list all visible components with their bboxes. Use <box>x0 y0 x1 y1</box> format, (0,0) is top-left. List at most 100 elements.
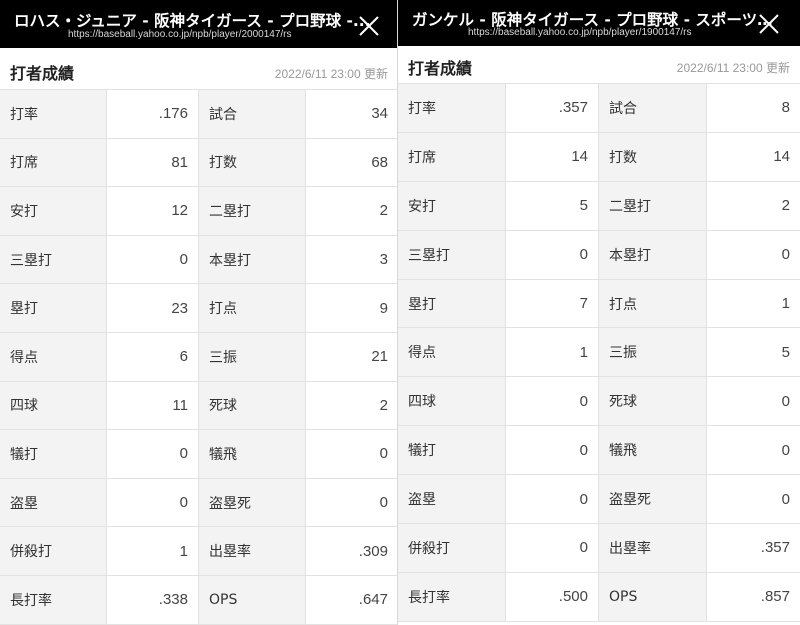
stat-label: 三塁打 <box>398 230 506 279</box>
table-row: 打席 14 打数 14 <box>398 132 800 182</box>
table-row: 得点 1 三振 5 <box>398 328 800 378</box>
stat-value: 2 <box>306 381 398 430</box>
stat-value: .500 <box>506 572 599 621</box>
stat-label: 打率 <box>398 84 506 132</box>
stat-label: 犠打 <box>398 426 506 475</box>
stat-value: 0 <box>506 475 599 524</box>
stat-value: 21 <box>306 332 398 381</box>
stat-value: 3 <box>306 235 398 284</box>
stat-value: .309 <box>306 527 398 575</box>
table-row: 三塁打 0 本塁打 0 <box>398 230 800 280</box>
stat-label: 盗塁死 <box>599 475 707 524</box>
stat-value: 12 <box>107 187 199 235</box>
stat-value: 14 <box>506 132 599 181</box>
stat-label: 出塁率 <box>599 524 707 572</box>
stat-value: 1 <box>107 527 199 575</box>
updated-timestamp: 2022/6/11 23:00 更新 <box>676 61 790 75</box>
stat-label: 二塁打 <box>599 181 707 230</box>
page-url[interactable]: https://baseball.yahoo.co.jp/npb/player/… <box>68 29 292 40</box>
stat-value: 0 <box>707 377 800 426</box>
stat-value: 9 <box>306 284 398 332</box>
table-row: 長打率 .500 OPS .857 <box>398 572 800 622</box>
stat-label: 死球 <box>199 381 306 430</box>
table-row: 犠打 0 犠飛 0 <box>0 430 398 479</box>
stat-label: 出塁率 <box>199 527 306 575</box>
browser-title-bar: ガンケル - 阪神タイガース - プロ野球 - スポーツ… https://ba… <box>398 0 800 46</box>
stat-label: 三塁打 <box>0 235 107 284</box>
stat-label: 安打 <box>398 181 506 230</box>
stat-label: 得点 <box>0 332 107 381</box>
table-row: 盗塁 0 盗塁死 0 <box>398 475 800 525</box>
page-url[interactable]: https://baseball.yahoo.co.jp/npb/player/… <box>468 27 692 38</box>
right-browser-panel: ガンケル - 阪神タイガース - プロ野球 - スポーツ… https://ba… <box>398 0 800 625</box>
stat-value: 0 <box>306 478 398 527</box>
section-header: 打者成績 2022/6/11 23:00 更新 <box>0 48 398 90</box>
stat-label: 犠飛 <box>199 430 306 478</box>
stat-label: OPS <box>199 575 306 624</box>
table-row: 打率 .176 試合 34 <box>0 90 398 139</box>
stat-label: 三振 <box>199 332 306 381</box>
stat-label: 安打 <box>0 187 107 235</box>
table-row: 併殺打 0 出塁率 .357 <box>398 524 800 573</box>
table-row: 安打 12 二塁打 2 <box>0 187 398 236</box>
stat-label: 打点 <box>599 279 707 328</box>
stat-value: 34 <box>306 90 398 138</box>
stat-value: .176 <box>107 90 199 138</box>
section-title: 打者成績 <box>408 59 473 78</box>
stat-value: 0 <box>107 478 199 527</box>
table-row: 犠打 0 犠飛 0 <box>398 426 800 476</box>
stat-label: 本塁打 <box>599 230 707 279</box>
stat-label: 長打率 <box>0 575 107 624</box>
stat-value: 81 <box>107 138 199 187</box>
table-row: 長打率 .338 OPS .647 <box>0 575 398 625</box>
table-row: 四球 11 死球 2 <box>0 381 398 431</box>
table-row: 塁打 23 打点 9 <box>0 284 398 333</box>
stat-label: 死球 <box>599 377 707 426</box>
stat-label: 犠飛 <box>599 426 707 475</box>
section-header: 打者成績 2022/6/11 23:00 更新 <box>398 46 800 84</box>
stat-label: 長打率 <box>398 572 506 621</box>
stat-value: 1 <box>506 328 599 377</box>
stat-label: 打席 <box>0 138 107 187</box>
close-icon[interactable] <box>758 13 780 35</box>
updated-timestamp: 2022/6/11 23:00 更新 <box>274 67 388 81</box>
stat-label: 併殺打 <box>398 524 506 572</box>
stat-value: 0 <box>107 430 199 478</box>
close-icon[interactable] <box>358 15 380 37</box>
stat-value: 2 <box>707 181 800 230</box>
table-row: 四球 0 死球 0 <box>398 377 800 427</box>
stat-label: 併殺打 <box>0 527 107 575</box>
table-row: 安打 5 二塁打 2 <box>398 181 800 231</box>
browser-title-bar: ロハス・ジュニア - 阪神タイガース - プロ野球 -... https://b… <box>0 0 398 48</box>
stat-label: 塁打 <box>398 279 506 328</box>
table-row: 盗塁 0 盗塁死 0 <box>0 478 398 528</box>
stat-value: 8 <box>707 84 800 132</box>
stat-label: 四球 <box>0 381 107 430</box>
stat-value: 5 <box>707 328 800 377</box>
stat-value: 0 <box>506 524 599 572</box>
stat-value: .357 <box>707 524 800 572</box>
table-row: 三塁打 0 本塁打 3 <box>0 235 398 285</box>
stat-value: 23 <box>107 284 199 332</box>
stat-value: 0 <box>707 230 800 279</box>
stat-value: 0 <box>707 475 800 524</box>
stat-value: 11 <box>107 381 199 430</box>
section-title: 打者成績 <box>10 64 75 83</box>
stat-label: 盗塁 <box>398 475 506 524</box>
stat-value: 6 <box>107 332 199 381</box>
table-row: 打席 81 打数 68 <box>0 138 398 188</box>
stat-value: .357 <box>506 84 599 132</box>
page-title: ロハス・ジュニア - 阪神タイガース - プロ野球 -... <box>14 12 371 30</box>
stat-label: 打数 <box>599 132 707 181</box>
stat-label: 本塁打 <box>199 235 306 284</box>
stats-table: 打率 .357 試合 8 打席 14 打数 14 安打 5 二塁打 2 三塁打 0 本塁打 0 塁打 7 打点 1 得点… <box>398 84 800 622</box>
stat-value: 0 <box>506 230 599 279</box>
stat-label: 盗塁死 <box>199 478 306 527</box>
stats-table: 打率 .176 試合 34 打席 81 打数 68 安打 12 二塁打 2 三塁打 0 本塁打 3 塁打 23 打点… <box>0 90 398 625</box>
stat-label: 得点 <box>398 328 506 377</box>
table-row: 併殺打 1 出塁率 .309 <box>0 527 398 576</box>
stat-value: 0 <box>107 235 199 284</box>
stat-value: 7 <box>506 279 599 328</box>
stat-label: 打点 <box>199 284 306 332</box>
stat-value: 0 <box>506 426 599 475</box>
